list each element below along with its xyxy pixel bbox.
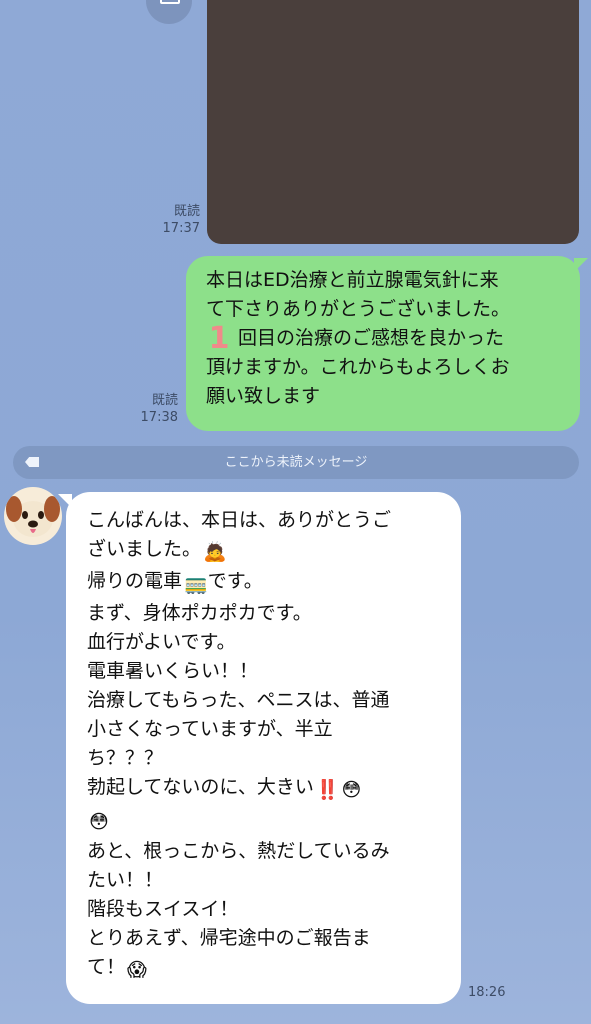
message-line: まず、身体ポカポカです。 (87, 602, 312, 624)
message-line: たい！！ (87, 869, 164, 891)
photo-placeholder[interactable] (207, 0, 579, 244)
message-text: ざいました。 (87, 538, 202, 560)
message-line: 1 回目の治療のご感想を良かった (206, 321, 566, 356)
number-one-emoji: 1 (208, 321, 230, 356)
read-label: 既読 (173, 204, 200, 219)
message-line: 頂けますか。これからもよろしくお (206, 356, 510, 378)
message-line: 階段もスイスイ！ (87, 898, 239, 920)
message-line: 本日はED治療と前立腺電気針に来 (206, 269, 499, 291)
message-text: 帰りの電車 (87, 570, 183, 592)
unread-divider-label: ここから未読メッセージ (224, 455, 368, 470)
message-line: 帰りの電車 🚃です。 (87, 567, 451, 599)
message-line: 血行がよいです。 (87, 631, 236, 653)
message-line: あと、根っこから、熱だしているみ (87, 840, 390, 862)
outgoing-read-status: 既読 17:38 (128, 392, 178, 426)
message-text: です。 (207, 570, 263, 592)
message-line: ざいました。 🙇 (87, 535, 451, 567)
unread-divider: ここから未読メッセージ (13, 446, 579, 479)
message-line: て下さりありがとうございました。 (206, 298, 511, 320)
message-text: 勃起してないのに、大きい (87, 776, 314, 798)
message-line: 😳 (87, 805, 451, 837)
message-line: 願い致します (206, 385, 321, 407)
square-icon (160, 0, 180, 4)
message-line: 治療してもらった、ペニスは、普通 (87, 689, 390, 711)
message-line: て！ 😱 (87, 953, 451, 985)
message-line: こんばんは、本日は、ありがとうご (87, 509, 392, 531)
message-text: て！ (87, 956, 126, 978)
photo-read-status: 既読 17:37 (150, 203, 200, 237)
incoming-time: 18:26 (468, 985, 506, 1000)
avatar[interactable] (4, 487, 62, 545)
message-line: 勃起してないのに、大きい ‼️ 😳 (87, 773, 451, 805)
message-text: 回目の治療のご感想を良かった (238, 327, 505, 349)
top-button[interactable] (146, 0, 192, 24)
read-label: 既読 (151, 393, 178, 408)
message-line: 電車暑いくらい！！ (87, 660, 259, 682)
outgoing-message-bubble[interactable]: 本日はED治療と前立腺電気針に来 て下さりありがとうございました。 1 回目の治療… (186, 256, 588, 431)
flushed-face-emoji: 😳 (89, 811, 109, 833)
message-line: とりあえず、帰宅途中のご報告ま (87, 927, 371, 949)
double-exclamation-emoji: ‼️ (315, 779, 340, 801)
message-line: 小さくなっていますが、半立 (87, 718, 333, 740)
bow-emoji: 🙇 (203, 541, 227, 563)
scream-face-emoji: 😱 (127, 959, 147, 981)
outgoing-time: 17:38 (140, 410, 178, 425)
incoming-message-bubble[interactable]: こんばんは、本日は、ありがとうご ざいました。 🙇 帰りの電車 🚃です。 まず、身体… (58, 492, 461, 1004)
flushed-face-emoji: 😳 (341, 779, 362, 801)
tram-emoji: 🚃 (184, 573, 208, 595)
photo-time: 17:37 (162, 221, 200, 236)
message-line: ち？？？ (87, 747, 164, 769)
dog-face-icon (6, 496, 60, 537)
tag-icon (25, 457, 39, 467)
